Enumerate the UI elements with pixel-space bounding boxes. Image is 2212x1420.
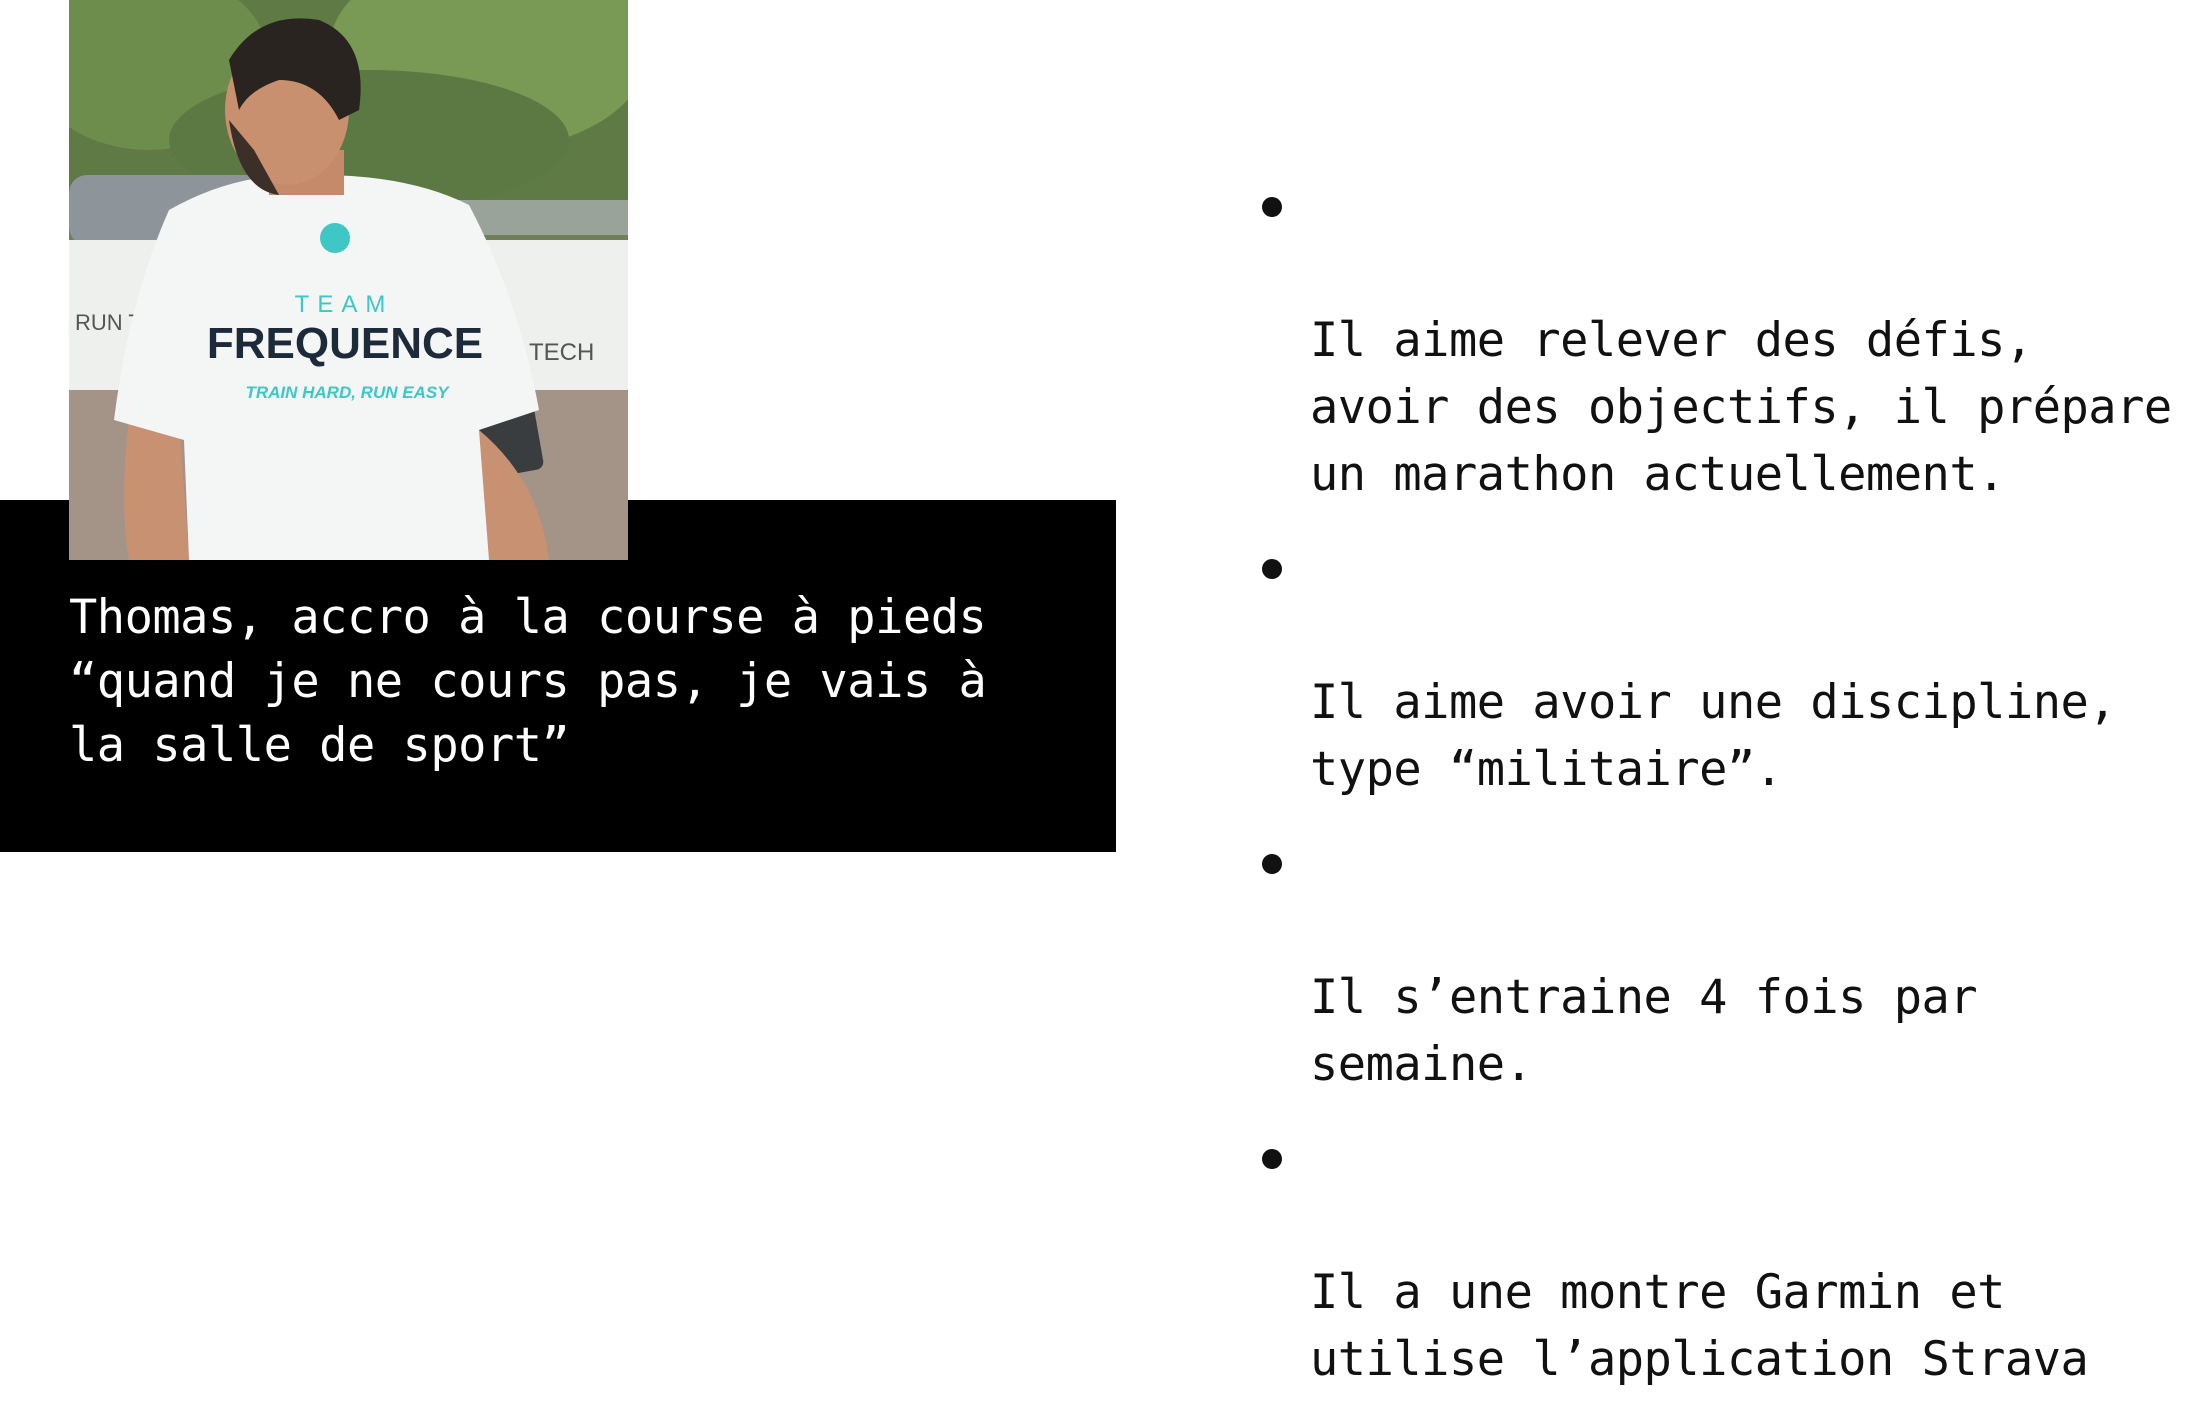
list-item: Il aime relever des défis, avoir des obj… [1262,173,2212,508]
list-item: Il aime avoir une discipline, type “mili… [1262,535,2212,803]
list-item: Il s’entraine 4 fois par semaine. [1262,830,2212,1098]
list-item: Il a une montre Garmin et utilise l’appl… [1262,1125,2212,1393]
shirt-tagline-text: TRAIN HARD, RUN EASY [245,383,450,402]
list-item-text: Il aime avoir une discipline, type “mili… [1310,675,2117,797]
bullet-dot-icon [1262,559,1282,579]
bullet-dot-icon [1262,854,1282,874]
persona-traits-list: Il aime relever des défis, avoir des obj… [1262,173,2212,1420]
banner-right-text: TECH [529,339,594,366]
runner-photo: RUN T TECH TEAM FREQUENCE TRAIN HARD, RU… [69,0,628,560]
list-item-text: Il aime relever des défis, avoir des obj… [1310,313,2172,502]
shirt-team-text: TEAM [295,291,394,318]
bullet-dot-icon [1262,197,1282,217]
runner-photo-illustration: RUN T TECH TEAM FREQUENCE TRAIN HARD, RU… [69,0,628,560]
photo-caption: Thomas, accro à la course à pieds “quand… [69,590,987,773]
bullet-dot-icon [1262,1149,1282,1169]
shirt-brand-text: FREQUENCE [207,319,483,368]
list-item-text: Il a une montre Garmin et utilise l’appl… [1310,1265,2089,1387]
list-item-text: Il s’entraine 4 fois par semaine. [1310,970,1978,1092]
